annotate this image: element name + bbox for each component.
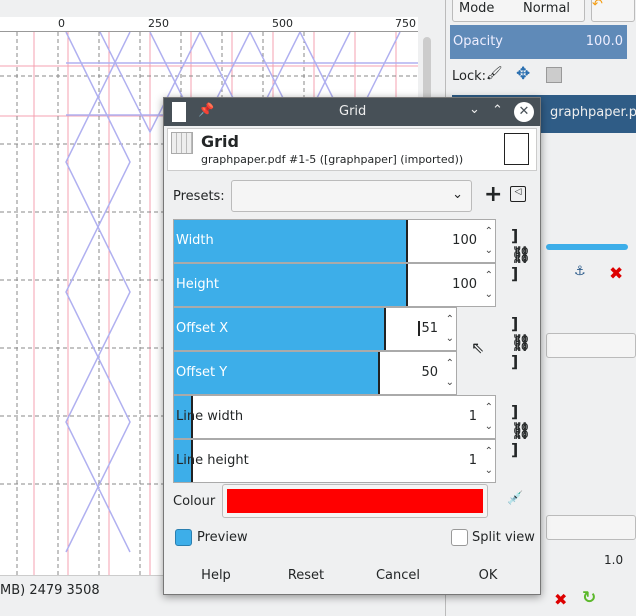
refresh-icon[interactable]: ↻ bbox=[582, 588, 596, 608]
chevron-down-icon: ⌄ bbox=[452, 187, 463, 202]
maximize-icon[interactable]: ⌃ bbox=[492, 103, 503, 118]
opacity-label: Opacity bbox=[453, 34, 504, 49]
grid-dialog: 📌 Grid ⌄ ⌃ ✕ Grid graphpaper.pdf #1-5 ([… bbox=[163, 97, 541, 595]
lock-paint-icon[interactable]: 🖌 bbox=[486, 66, 503, 81]
dialog-heading: Grid bbox=[201, 132, 239, 151]
image-thumbnail bbox=[504, 133, 529, 165]
reset-button[interactable]: Reset bbox=[271, 568, 341, 583]
status-text: MB) 2479 3508 bbox=[0, 583, 100, 598]
presets-label: Presets: bbox=[173, 189, 225, 204]
brush-select[interactable] bbox=[546, 333, 636, 358]
split-view-label: Split view bbox=[472, 530, 535, 545]
field-value[interactable]: 51 bbox=[418, 321, 438, 336]
cancel-button[interactable]: Cancel bbox=[363, 568, 433, 583]
layer-name: graphpaper.pdf bbox=[550, 105, 636, 120]
opacity-value: 100.0 bbox=[585, 34, 623, 49]
undo-icon[interactable]: ↶ bbox=[591, 0, 635, 22]
dialog-subtitle: graphpaper.pdf #1-5 ([graphpaper] (impor… bbox=[201, 153, 464, 166]
anchor-icon[interactable]: ⚓ bbox=[574, 264, 586, 279]
horizontal-ruler: 0 250 500 750 bbox=[0, 17, 418, 32]
ruler-tick: 750 bbox=[395, 17, 416, 30]
dialog-titlebar[interactable]: 📌 Grid ⌄ ⌃ ✕ bbox=[164, 98, 540, 126]
spin-arrows[interactable]: ⌃ ⌄ bbox=[485, 398, 493, 436]
dialog-header: Grid graphpaper.pdf #1-5 ([graphpaper] (… bbox=[167, 128, 537, 171]
lock-label: Lock: bbox=[452, 69, 487, 84]
field-value[interactable]: 1 bbox=[469, 409, 477, 424]
chain-link-icon[interactable]: ] ⛓] bbox=[511, 314, 531, 371]
ruler-tick: 250 bbox=[148, 17, 169, 30]
delete-icon[interactable]: ✖ bbox=[554, 590, 567, 609]
line-height-field[interactable]: Line height 1 ⌃ ⌄ bbox=[173, 439, 496, 483]
dialog-title: Grid bbox=[339, 104, 367, 119]
colour-swatch bbox=[227, 489, 483, 513]
color-picker-icon[interactable]: 💉 bbox=[507, 491, 523, 506]
spin-arrows[interactable]: ⌃ ⌄ bbox=[485, 266, 493, 304]
preview-checkbox[interactable] bbox=[175, 529, 192, 546]
offset-x-field[interactable]: Offset X 51 ⌃ ⌄ bbox=[173, 307, 457, 351]
delete-layer-icon[interactable]: ✖ bbox=[609, 264, 623, 284]
ruler-tick: 0 bbox=[58, 17, 65, 30]
line-width-field[interactable]: Line width 1 ⌃ ⌄ bbox=[173, 395, 496, 439]
field-label: Line height bbox=[176, 453, 249, 468]
add-preset-icon[interactable]: + bbox=[484, 182, 502, 207]
split-view-checkbox[interactable] bbox=[451, 529, 468, 546]
offset-y-field[interactable]: Offset Y 50 ⌃ ⌄ bbox=[173, 351, 457, 395]
field-value[interactable]: 100 bbox=[452, 233, 477, 248]
spacing-value[interactable]: 1.0 bbox=[604, 553, 623, 567]
field-value[interactable]: 100 bbox=[452, 277, 477, 292]
field-label: Height bbox=[176, 277, 219, 292]
lock-position-icon[interactable]: ✥ bbox=[516, 64, 530, 84]
mode-select[interactable]: Mode Normal bbox=[452, 0, 585, 22]
spin-arrows[interactable]: ⌃ ⌄ bbox=[446, 310, 454, 348]
field-label: Line width bbox=[176, 409, 244, 424]
field-label: Offset X bbox=[176, 321, 229, 336]
gimp-app-icon bbox=[172, 102, 186, 122]
mode-value: Normal bbox=[523, 1, 571, 16]
ruler-tick: 500 bbox=[272, 17, 293, 30]
presets-select[interactable]: ⌄ bbox=[231, 180, 472, 212]
height-field[interactable]: Height 100 ⌃ ⌄ bbox=[173, 263, 496, 307]
opacity-slider[interactable]: Opacity 100.0 bbox=[450, 25, 627, 59]
help-button[interactable]: Help bbox=[181, 568, 251, 583]
dynamics-select[interactable] bbox=[546, 515, 636, 540]
grid-icon bbox=[171, 132, 193, 154]
colour-label: Colour bbox=[173, 494, 216, 509]
width-field[interactable]: Width 100 ⌃ ⌄ bbox=[173, 219, 496, 263]
spin-arrows[interactable]: ⌃ ⌄ bbox=[485, 442, 493, 480]
ok-button[interactable]: OK bbox=[453, 568, 523, 583]
mouse-cursor-icon: ⇖ bbox=[471, 338, 485, 357]
colour-button[interactable] bbox=[222, 484, 488, 518]
field-label: Width bbox=[176, 233, 214, 248]
preset-menu-icon[interactable]: ◁ bbox=[510, 186, 526, 202]
chain-link-icon[interactable]: ] ⛓] bbox=[511, 226, 531, 283]
preview-label: Preview bbox=[197, 530, 248, 545]
field-label: Offset Y bbox=[176, 365, 228, 380]
close-icon[interactable]: ✕ bbox=[514, 102, 534, 122]
chain-link-icon[interactable]: ] ⛓] bbox=[511, 402, 531, 459]
spin-arrows[interactable]: ⌃ ⌄ bbox=[485, 222, 493, 260]
field-value[interactable]: 50 bbox=[421, 365, 438, 380]
spin-arrows[interactable]: ⌃ ⌄ bbox=[446, 354, 454, 392]
minimize-icon[interactable]: ⌄ bbox=[469, 102, 480, 117]
mode-label: Mode bbox=[459, 1, 495, 16]
pin-icon[interactable]: 📌 bbox=[198, 103, 214, 118]
lock-alpha-icon[interactable] bbox=[546, 67, 562, 83]
progress-bar bbox=[546, 244, 628, 250]
field-value[interactable]: 1 bbox=[469, 453, 477, 468]
